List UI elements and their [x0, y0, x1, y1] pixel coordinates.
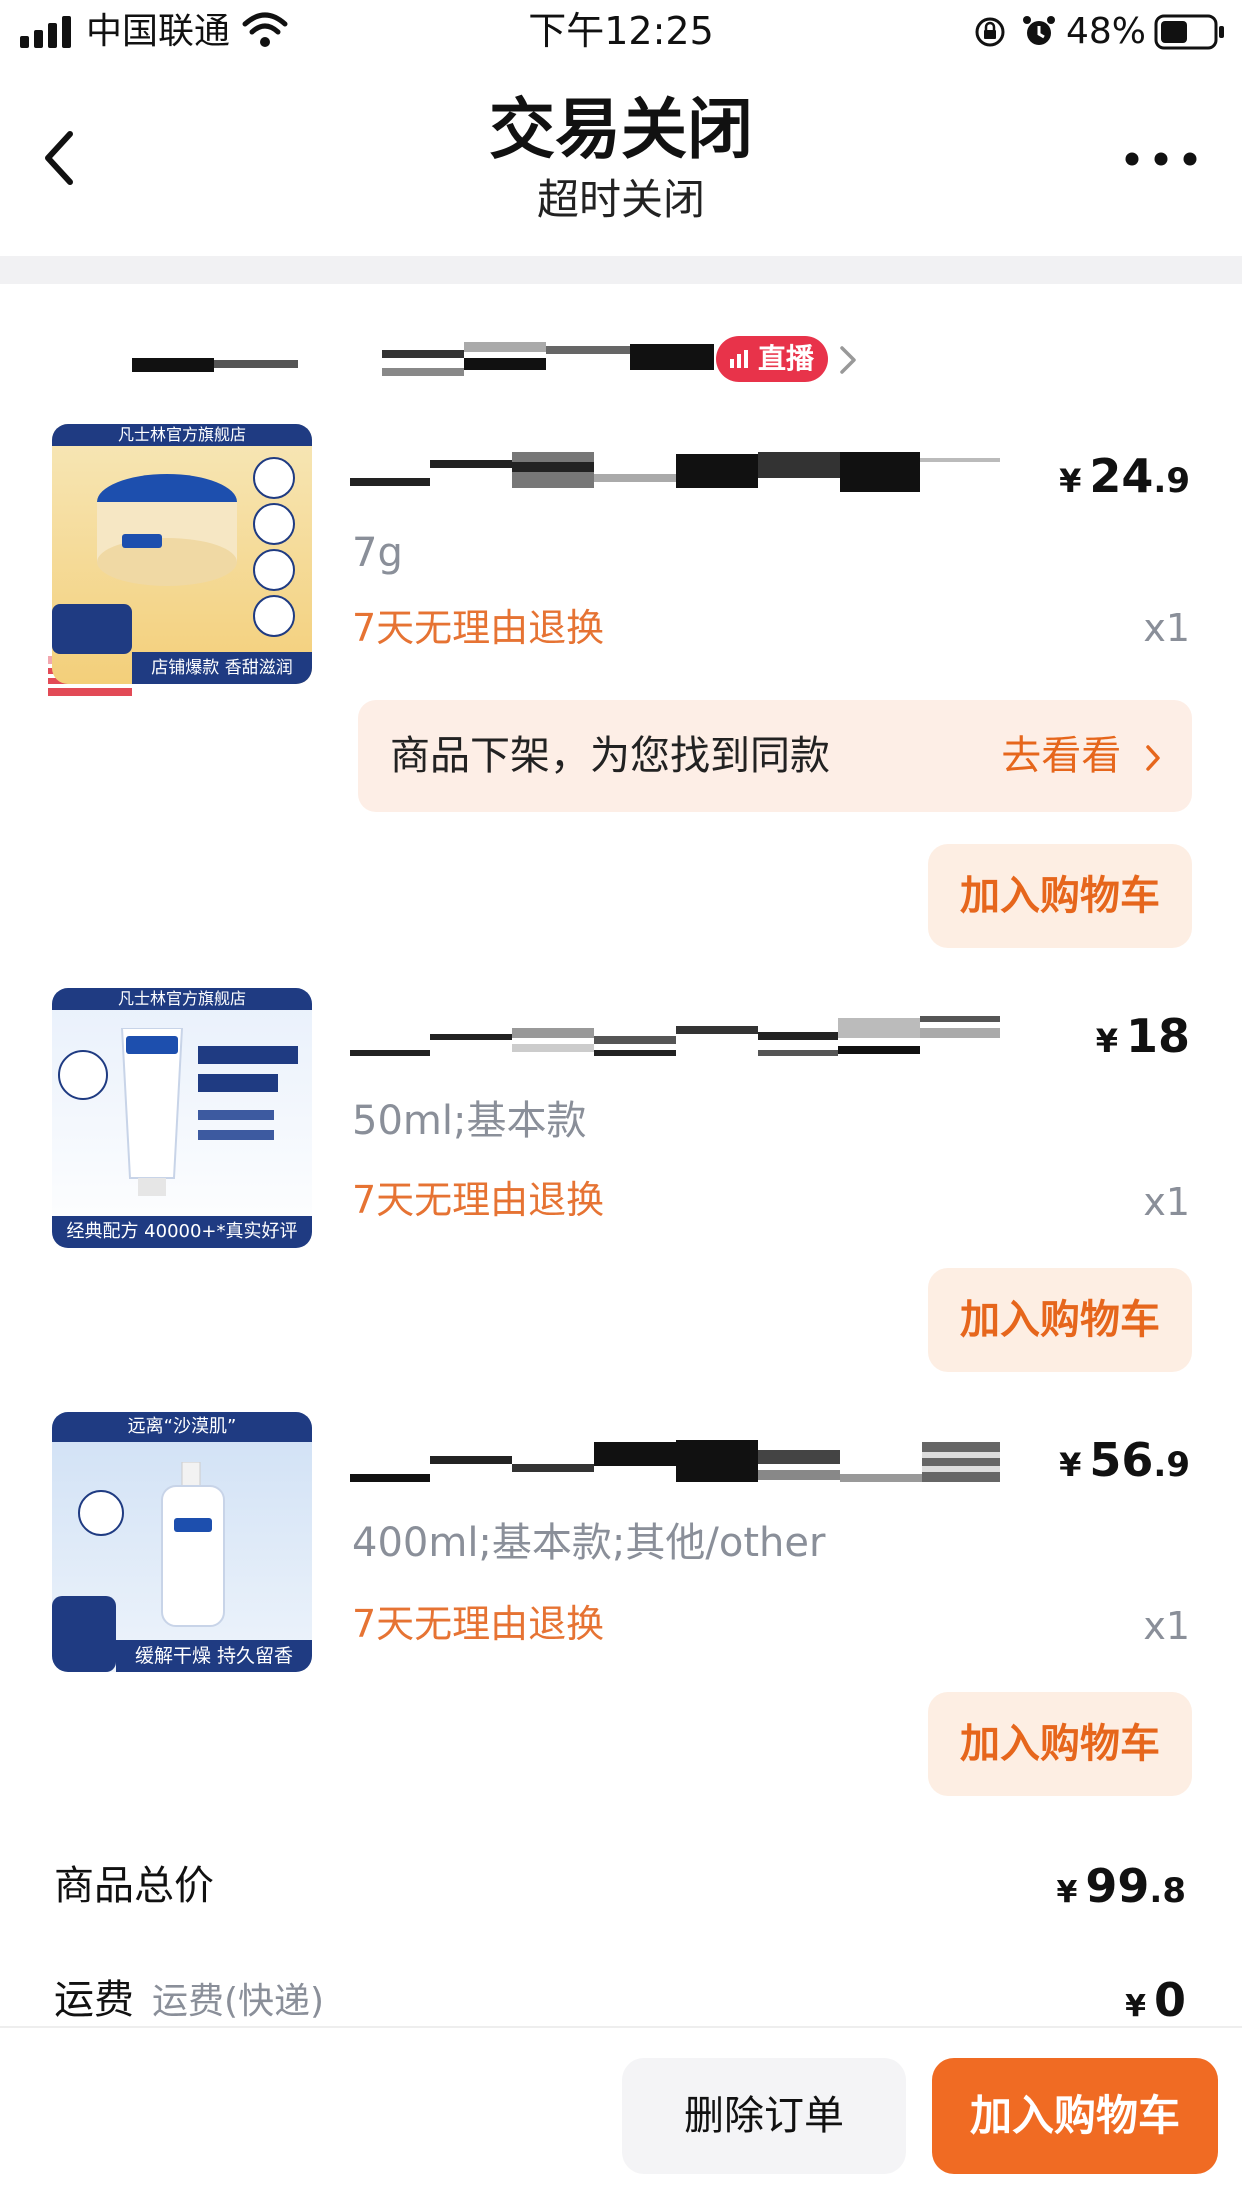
battery-icon	[1154, 14, 1224, 50]
live-badge-label: 直播	[757, 342, 814, 375]
page-title: 交易关闭	[489, 91, 753, 168]
redacted-store-name	[464, 358, 546, 370]
lotion-bottle-image	[161, 1462, 225, 1627]
redacted-product-title[interactable]	[350, 1440, 1002, 1484]
redacted-store-name	[214, 360, 298, 368]
currency-symbol: ¥	[1059, 1446, 1082, 1484]
thumb-banner: 凡士林官方旗舰店	[52, 988, 312, 1010]
product-price: ¥24.9	[1059, 448, 1190, 509]
add-to-cart-button[interactable]: 加入购物车	[928, 844, 1192, 948]
similar-items-card[interactable]: 商品下架，为您找到同款 去看看	[358, 700, 1192, 812]
similar-items-link[interactable]: 去看看	[1001, 700, 1164, 812]
feature-text-image	[198, 1046, 298, 1140]
page-subtitle: 超时关闭	[536, 175, 705, 224]
thumb-banner: 远离“沙漠肌”	[52, 1412, 312, 1442]
section-divider	[0, 256, 1242, 284]
currency-symbol: ¥	[1095, 1022, 1118, 1060]
chevron-right-icon[interactable]	[834, 340, 862, 380]
similar-items-text: 商品下架，为您找到同款	[390, 733, 830, 779]
delete-order-button[interactable]: 删除订单	[622, 2058, 906, 2174]
redacted-store-name	[382, 350, 464, 358]
price-dec: .9	[1153, 1445, 1190, 1485]
redaction-blocks	[350, 1016, 1000, 1056]
thumb-caption: 店铺爆款 香甜滋润	[132, 652, 312, 684]
currency-symbol: ¥	[1125, 1989, 1146, 2024]
product-spec: 7g	[352, 530, 403, 576]
product-qty: x1	[1143, 1180, 1190, 1224]
rotation-lock-icon	[975, 17, 1005, 47]
product-image[interactable]: 凡士林官方旗舰店 经典配方 40000+*真实好评	[52, 988, 312, 1248]
return-policy: 7天无理由退换	[352, 1178, 605, 1222]
price-int: 24	[1089, 449, 1154, 503]
scent-badge-image	[78, 1490, 124, 1536]
more-button[interactable]	[1116, 136, 1206, 182]
currency-symbol: ¥	[1059, 462, 1082, 500]
redacted-store-name	[630, 344, 714, 370]
lotion-tube-image	[120, 1028, 184, 1196]
product-image[interactable]: 凡士林官方旗舰店 店铺爆款 香甜滋润	[52, 424, 312, 684]
product-price: ¥18	[1096, 1008, 1190, 1069]
product-spec: 400ml;基本款;其他/other	[352, 1520, 826, 1566]
shipping-amount: 0	[1153, 1973, 1186, 2027]
product-price: ¥56.9	[1059, 1432, 1190, 1493]
product-image[interactable]: 远离“沙漠肌” 缓解干燥 持久留香	[52, 1412, 312, 1672]
thumb-caption: 经典配方 40000+*真实好评	[52, 1216, 312, 1248]
live-bars-icon	[730, 350, 748, 368]
redacted-store-name	[382, 368, 464, 376]
thumb-banner: 凡士林官方旗舰店	[52, 424, 312, 446]
redacted-store-name	[132, 358, 214, 372]
vaseline-jar-image	[97, 474, 237, 586]
price-int: 56	[1089, 1433, 1154, 1487]
shipping-method: 运费(快递)	[152, 1981, 325, 2022]
redacted-product-title[interactable]	[350, 448, 1000, 492]
shipping-label-text: 运费	[54, 1977, 134, 2023]
redaction-blocks	[350, 1440, 1002, 1482]
shipping-label: 运费 运费(快递)	[54, 1974, 324, 2028]
scent-badge-image	[58, 1050, 108, 1100]
redaction-blocks	[350, 452, 1000, 492]
add-to-cart-button[interactable]: 加入购物车	[928, 1692, 1192, 1796]
chevron-right-icon	[1146, 745, 1160, 771]
total-dec: .8	[1149, 1871, 1186, 1911]
bottom-action-bar: 删除订单 加入购物车	[0, 2026, 1242, 2210]
redacted-store-name	[546, 346, 630, 354]
thumb-caption: 缓解干燥 持久留香	[116, 1640, 312, 1672]
price-tag-image	[52, 604, 132, 654]
special-care-tag-image	[52, 1596, 116, 1672]
return-policy: 7天无理由退换	[352, 1602, 605, 1646]
alarm-icon	[1023, 16, 1055, 45]
similar-link-label: 去看看	[1001, 733, 1122, 779]
live-badge[interactable]: 直播	[716, 336, 828, 382]
battery-percent: 48%	[1065, 11, 1146, 52]
product-spec: 50ml;基本款	[352, 1098, 587, 1144]
feature-badges-image	[253, 457, 295, 637]
status-bar: 中国联通 下午12:25 48%	[0, 0, 1242, 64]
goods-total-value: ¥99.8	[1057, 1858, 1186, 1921]
product-qty: x1	[1143, 1604, 1190, 1648]
redacted-product-title[interactable]	[350, 1014, 1000, 1058]
price-int: 18	[1125, 1009, 1190, 1063]
add-to-cart-button[interactable]: 加入购物车	[928, 1268, 1192, 1372]
more-dots-icon	[1125, 152, 1197, 166]
return-policy: 7天无理由退换	[352, 606, 605, 650]
total-int: 99	[1085, 1859, 1150, 1913]
add-all-to-cart-button[interactable]: 加入购物车	[932, 2058, 1218, 2174]
price-dec: .9	[1153, 461, 1190, 501]
currency-symbol: ¥	[1056, 1875, 1078, 1910]
product-qty: x1	[1143, 606, 1190, 650]
store-row[interactable]	[0, 320, 1242, 696]
goods-total-label: 商品总价	[54, 1863, 214, 1909]
redacted-store-name	[464, 342, 546, 352]
